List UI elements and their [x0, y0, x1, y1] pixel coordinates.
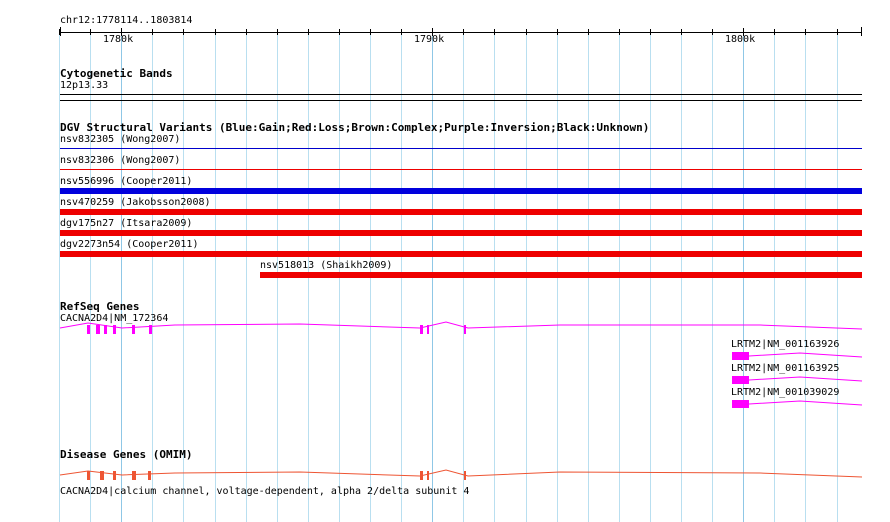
grid-line — [370, 34, 371, 522]
grid-line — [650, 34, 651, 522]
ruler-tick — [526, 29, 527, 35]
grid-line — [774, 34, 775, 522]
grid-line — [494, 34, 495, 522]
dgv-feature-bar[interactable] — [60, 251, 862, 257]
ruler-tick — [619, 29, 620, 35]
ruler-tick-label: 1800k — [725, 34, 756, 45]
dgv-feature-bar[interactable] — [60, 188, 862, 194]
grid-line — [805, 34, 806, 522]
grid-line — [308, 34, 309, 522]
ruler-tick — [339, 29, 340, 35]
grid-line — [743, 34, 744, 522]
dgv-feature-label: dgv175n27 (Itsara2009) — [60, 218, 193, 229]
cytoband-label: 12p13.33 — [60, 80, 109, 91]
omim-gene-model[interactable] — [0, 466, 890, 482]
ruler-tick — [494, 29, 495, 35]
dgv-feature-label: dgv2273n54 (Cooper2011) — [60, 239, 199, 250]
omim-gene-label: CACNA2D4|calcium channel, voltage-depend… — [60, 486, 470, 497]
dgv-feature-bar[interactable] — [60, 148, 862, 149]
grid-line — [526, 34, 527, 522]
dgv-track-title: DGV Structural Variants (Blue:Gain;Red:L… — [60, 121, 650, 134]
dgv-feature-label: nsv832305 (Wong2007) — [60, 134, 181, 145]
grid-line — [463, 34, 464, 522]
ruler-tick-label: 1780k — [103, 34, 134, 45]
ruler-tick-label: 1790k — [414, 34, 445, 45]
ruler-tick — [183, 29, 184, 35]
ruler-tick — [650, 29, 651, 35]
ruler-axis — [60, 32, 862, 33]
ruler-tick — [370, 29, 371, 35]
grid-line — [246, 34, 247, 522]
refseq-gene-model[interactable] — [0, 374, 890, 386]
grid-line — [588, 34, 589, 522]
grid-line — [401, 34, 402, 522]
ruler-tick — [712, 29, 713, 35]
cytoband-track-title: Cytogenetic Bands — [60, 67, 173, 80]
ruler-tick — [805, 29, 806, 35]
ruler-tick — [774, 29, 775, 35]
cytoband-band-bottom[interactable] — [60, 100, 862, 101]
dgv-feature-bar[interactable] — [60, 209, 862, 215]
grid-line — [277, 34, 278, 522]
ruler-tick — [401, 29, 402, 35]
region-label: chr12:1778114..1803814 — [60, 15, 193, 26]
refseq-gene-model[interactable] — [0, 398, 890, 410]
grid-line — [215, 34, 216, 522]
grid-line — [837, 34, 838, 522]
dgv-feature-label: nsv832306 (Wong2007) — [60, 155, 181, 166]
dgv-feature-label: nsv556996 (Cooper2011) — [60, 176, 193, 187]
cytoband-band-top[interactable] — [60, 94, 862, 95]
dgv-feature-label: nsv470259 (Jakobsson2008) — [60, 197, 211, 208]
ruler-tick — [246, 29, 247, 35]
ruler-end-cap — [861, 27, 862, 36]
dgv-feature-bar[interactable] — [260, 272, 862, 278]
grid-line — [712, 34, 713, 522]
omim-track-title: Disease Genes (OMIM) — [60, 448, 193, 461]
grid-line — [619, 34, 620, 522]
dgv-feature-bar[interactable] — [60, 230, 862, 236]
ruler-tick — [308, 29, 309, 35]
ruler-tick — [463, 29, 464, 35]
ruler-end-cap — [60, 27, 61, 36]
ruler-tick — [681, 29, 682, 35]
grid-line — [339, 34, 340, 522]
ruler-tick — [277, 29, 278, 35]
refseq-gene-model[interactable] — [0, 350, 890, 362]
grid-line — [557, 34, 558, 522]
grid-line — [681, 34, 682, 522]
grid-line — [432, 34, 433, 522]
dgv-feature-bar[interactable] — [60, 169, 862, 170]
refseq-track-title: RefSeq Genes — [60, 300, 140, 313]
dgv-feature-label: nsv518013 (Shaikh2009) — [260, 260, 393, 271]
ruler-tick — [588, 29, 589, 35]
ruler-tick — [90, 29, 91, 35]
ruler-tick — [215, 29, 216, 35]
ruler-tick — [557, 29, 558, 35]
genome-browser-view[interactable]: chr12:1778114..1803814 1780k 1790k 1800k… — [0, 0, 890, 522]
refseq-gene-model[interactable] — [0, 320, 890, 336]
ruler-tick — [837, 29, 838, 35]
ruler-tick — [152, 29, 153, 35]
